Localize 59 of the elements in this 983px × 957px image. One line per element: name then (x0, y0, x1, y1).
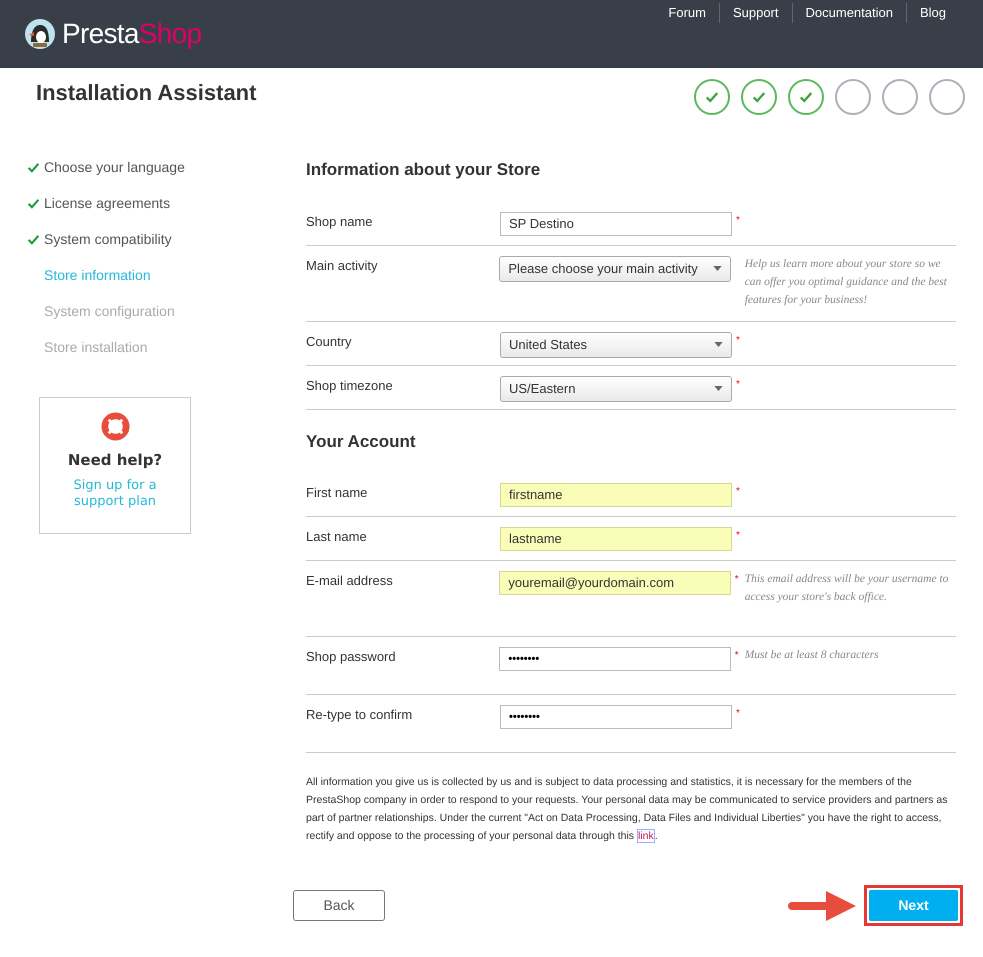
required-mark: * (736, 531, 740, 541)
step-item: Store information (44, 266, 151, 284)
check-icon (799, 90, 813, 104)
password-field[interactable]: •••••••• (500, 705, 732, 729)
dropdown[interactable]: Please choose your main activity (499, 256, 731, 282)
step-item: License agreements (44, 194, 170, 213)
field-label: Main activity (306, 256, 379, 275)
field-label: Country (306, 332, 353, 351)
check-icon (752, 90, 766, 104)
caret-icon (714, 342, 723, 347)
caret-icon (712, 266, 722, 271)
section-title: Information about your Store (306, 159, 542, 181)
nav-link[interactable]: Blog (906, 3, 959, 22)
input-field[interactable]: lastname (500, 527, 732, 551)
required-mark: * (736, 216, 740, 226)
nav-link[interactable]: Support (718, 3, 792, 22)
required-mark: * (736, 380, 740, 390)
section-title: Your Account (306, 430, 417, 452)
field-hint: Must be at least 8 characters (744, 648, 880, 663)
dropdown[interactable]: United States (500, 332, 732, 358)
field-label: Shop password (306, 648, 397, 666)
nav-link[interactable]: Documentation (792, 3, 906, 22)
check-icon (27, 232, 40, 246)
input-field[interactable]: SP Destino (500, 212, 732, 236)
caret-icon (714, 386, 723, 391)
check-icon (27, 160, 40, 174)
required-mark: * (734, 575, 739, 585)
puffin-logo-icon (24, 18, 56, 50)
field-label: Shop name (306, 212, 374, 231)
required-mark: * (736, 487, 740, 497)
field-hint: This email address will be your username to access your store's back office. (744, 572, 950, 605)
step-item: System compatibility (44, 230, 172, 249)
password-field[interactable]: •••••••• (499, 647, 731, 671)
back-button[interactable]: Back (293, 890, 385, 921)
privacy-link[interactable]: link (636, 829, 655, 843)
check-icon (27, 196, 40, 210)
dropdown[interactable]: US/Eastern (500, 376, 732, 402)
input-field[interactable]: youremail@yourdomain.com (499, 571, 731, 595)
required-mark: * (736, 709, 740, 719)
field-label: First name (306, 484, 368, 502)
field-hint: Help us learn more about your store so we can offer you optimal guidance and the best features for your business! (744, 256, 948, 308)
check-icon (705, 90, 719, 104)
field-label: Shop timezone (306, 376, 394, 395)
step-item: System configuration (44, 302, 175, 321)
arrow-drawing (788, 888, 858, 922)
field-label: Re-type to confirm (306, 706, 414, 724)
privacy-notice: All information you give us is collected by us and is subject to data processing and statistics, it is necessary for the members of the PrestaShop company in order to respond to your requests. Your personal data may be communicated to service providers and partners as part of partner relationships. Under the current "Act on Data Processing, Data Files and Individual Liberties" you have the right to access, rectify and oppose to the processing of your personal data through this link. (306, 775, 948, 845)
required-mark: * (736, 336, 740, 346)
input-field[interactable]: firstname (500, 483, 732, 507)
required-mark: * (734, 651, 739, 661)
step-item: Store installation (44, 338, 148, 356)
logo-wordmark: PrestaShop (62, 20, 202, 48)
help-title: Need help? (68, 450, 162, 471)
field-label: E-mail address (306, 572, 394, 590)
page-title: Installation Assistant (36, 78, 256, 106)
step-item: Choose your language (44, 158, 185, 177)
nav-link[interactable]: Forum (655, 3, 719, 22)
lifebuoy-icon (100, 412, 130, 441)
field-label: Last name (306, 528, 368, 546)
